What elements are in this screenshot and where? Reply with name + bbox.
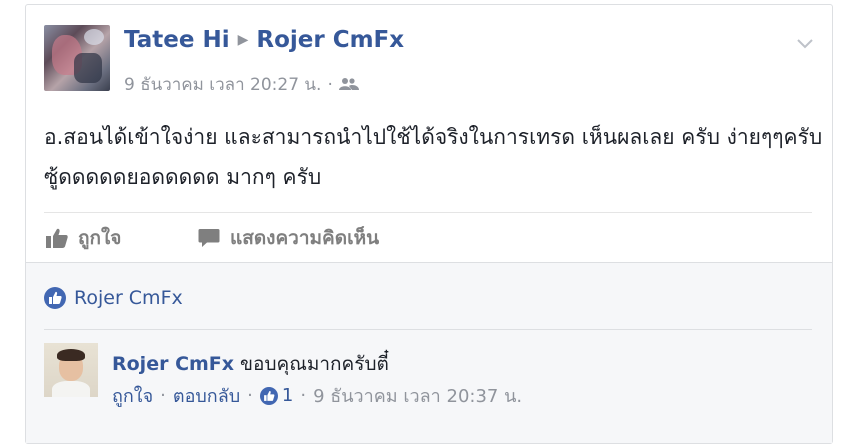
- comment-body: Rojer CmFx ขอบคุณมากครับตี๋: [112, 349, 389, 379]
- divider: [44, 329, 812, 330]
- comment-icon: [198, 229, 220, 247]
- arrow-right-icon: ▶: [237, 32, 249, 48]
- chevron-down-icon[interactable]: [796, 35, 814, 54]
- reaction-count[interactable]: 1: [259, 385, 294, 406]
- liked-by-name[interactable]: Rojer CmFx: [74, 287, 183, 309]
- comment-text: ขอบคุณมากครับตี๋: [240, 353, 389, 375]
- comment-like-link[interactable]: ถูกใจ: [112, 381, 153, 410]
- comment-timestamp[interactable]: 9 ธันวาคม เวลา 20:37 น.: [313, 381, 522, 410]
- target-name-link[interactable]: Rojer CmFx: [256, 27, 404, 53]
- comment-meta: ถูกใจ · ตอบกลับ · 1 · 9 ธันวาคม เวลา 20:…: [112, 381, 522, 410]
- like-label: ถูกใจ: [78, 227, 122, 249]
- meta-separator: ·: [327, 75, 333, 95]
- divider: [44, 212, 812, 213]
- post-meta: 9 ธันวาคม เวลา 20:27 น. ·: [124, 71, 359, 98]
- author-name-link[interactable]: Tatee Hi: [124, 27, 230, 53]
- post-header: Tatee Hi ▶ Rojer CmFx 9 ธันวาคม เวลา 20:27…: [44, 25, 816, 95]
- meta-separator: ·: [247, 385, 253, 406]
- commenter-avatar[interactable]: [44, 343, 98, 397]
- post-timestamp[interactable]: 9 ธันวาคม เวลา 20:27 น.: [124, 75, 321, 95]
- like-badge-icon: [44, 287, 66, 309]
- post-names: Tatee Hi ▶ Rojer CmFx: [124, 27, 404, 53]
- comment-author-link[interactable]: Rojer CmFx: [112, 353, 234, 375]
- author-avatar[interactable]: [44, 25, 110, 91]
- post-card: Tatee Hi ▶ Rojer CmFx 9 ธันวาคม เวลา 20:27…: [25, 4, 833, 444]
- friends-icon[interactable]: [338, 76, 359, 96]
- meta-separator: ·: [160, 385, 166, 406]
- likes-summary[interactable]: Rojer CmFx: [44, 287, 183, 309]
- reaction-count-value: 1: [281, 385, 294, 406]
- meta-separator: ·: [300, 385, 307, 406]
- thumbs-up-icon: [46, 228, 68, 248]
- comments-section: Rojer CmFx Rojer CmFx ขอบคุณมากครับตี๋ ถู…: [26, 262, 832, 443]
- comment-label: แสดงความคิดเห็น: [230, 227, 380, 249]
- comment-reply-link[interactable]: ตอบกลับ: [173, 381, 240, 410]
- like-badge-icon: [259, 386, 278, 405]
- like-button[interactable]: ถูกใจ: [46, 223, 121, 253]
- comment-button[interactable]: แสดงความคิดเห็น: [198, 223, 379, 253]
- post-text: อ.สอนได้เข้าใจง่าย และสามารถนำไปใช้ได้จร…: [44, 125, 823, 189]
